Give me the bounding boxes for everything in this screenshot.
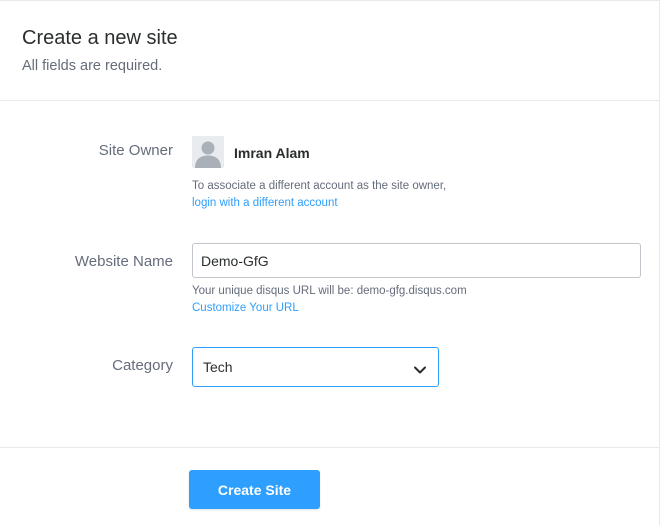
different-account-link[interactable]: login with a different account [192, 197, 338, 209]
page-header: Create a new site All fields are require… [0, 0, 660, 101]
site-owner-label: Site Owner [98, 142, 173, 159]
category-label: Category [112, 357, 173, 374]
top-border [0, 0, 660, 1]
chevron-down-icon [413, 362, 427, 374]
category-selected-value: Tech [203, 359, 233, 375]
category-select[interactable]: Tech [192, 347, 439, 387]
customize-url-link[interactable]: Customize Your URL [192, 302, 299, 314]
page-title: Create a new site [22, 27, 178, 49]
website-name-input[interactable] [192, 243, 641, 278]
footer-divider [0, 447, 660, 448]
create-site-page: Create a new site All fields are require… [0, 0, 660, 525]
url-help-text: Your unique disqus URL will be: demo-gfg… [192, 285, 467, 297]
owner-help-text: To associate a different account as the … [192, 180, 447, 192]
create-site-button[interactable]: Create Site [189, 470, 320, 509]
website-name-label: Website Name [74, 253, 173, 270]
page-subtitle: All fields are required. [22, 58, 163, 74]
owner-name: Imran Alam [234, 145, 310, 161]
user-avatar-icon [192, 136, 224, 168]
